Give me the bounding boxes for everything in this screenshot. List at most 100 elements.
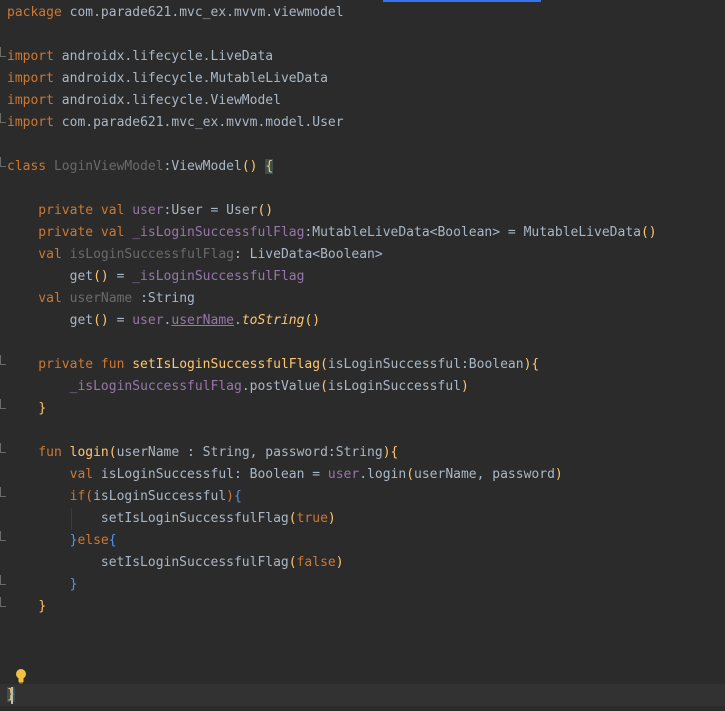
code-token: = — [108, 313, 133, 328]
code-line[interactable]: setIsLoginSuccessfulFlag(false) — [7, 552, 344, 574]
code-token: private val — [7, 225, 133, 240]
code-token: ) — [226, 489, 234, 504]
code-token: ( — [85, 489, 94, 504]
code-token: toString — [241, 313, 305, 328]
code-token: } — [38, 599, 47, 614]
code-line[interactable]: if(isLoginSuccessful){ — [7, 486, 242, 508]
code-token: () — [257, 203, 274, 218]
code-token: setIsLoginSuccessfulFlag — [7, 511, 289, 526]
code-token: { — [390, 445, 399, 460]
code-line[interactable]: val isLoginSuccessful: Boolean = user.lo… — [7, 464, 563, 486]
code-token: :MutableLiveData<Boolean> = MutableLiveD… — [304, 225, 641, 240]
code-token: androidx.lifecycle.MutableLiveData — [61, 71, 328, 86]
fold-marker-icon[interactable] — [0, 443, 6, 453]
code-token: . — [234, 313, 242, 328]
code-line[interactable]: get() = user.userName.toString() — [7, 310, 321, 332]
code-editor[interactable]: package com.parade621.mvc_ex.mvvm.viewmo… — [0, 0, 725, 711]
code-token: isLoginSuccessful:Boolean — [327, 357, 524, 372]
code-line[interactable]: } — [7, 398, 46, 420]
code-line[interactable]: import androidx.lifecycle.MutableLiveDat… — [7, 68, 328, 90]
lightbulb-icon[interactable] — [14, 668, 28, 684]
code-token: _isLoginSuccessfulFlag — [132, 225, 305, 240]
code-line[interactable]: import androidx.lifecycle.ViewModel — [7, 90, 281, 112]
code-token: import — [7, 115, 62, 130]
code-token: { — [234, 489, 242, 504]
code-line[interactable]: } — [7, 574, 78, 596]
code-token: ( — [288, 511, 297, 526]
code-line[interactable]: package com.parade621.mvc_ex.mvvm.viewmo… — [7, 2, 344, 24]
current-line-highlight — [0, 684, 725, 706]
text-caret — [11, 687, 13, 704]
code-token: isLoginSuccessfulFlag — [69, 247, 234, 262]
code-token: false — [296, 555, 336, 570]
code-line[interactable]: val isLoginSuccessfulFlag: LiveData<Bool… — [7, 244, 383, 266]
code-token: import — [7, 49, 62, 64]
code-token: :String — [132, 291, 195, 306]
fold-marker-icon[interactable] — [0, 575, 6, 585]
code-line[interactable]: private fun setIsLoginSuccessfulFlag(isL… — [7, 354, 539, 376]
code-token: () — [93, 269, 109, 284]
fold-marker-icon[interactable] — [0, 157, 6, 167]
code-line[interactable]: val userName :String — [7, 288, 195, 310]
code-token: isLoginSuccessful — [327, 379, 461, 394]
code-token: val — [7, 291, 70, 306]
code-token: () — [640, 225, 657, 240]
code-line[interactable]: import com.parade621.mvc_ex.mvvm.model.U… — [7, 112, 344, 134]
code-token: ( — [288, 555, 297, 570]
code-token: user — [132, 313, 164, 328]
code-line[interactable]: class LoginViewModel:ViewModel() { — [7, 156, 274, 178]
code-token: import — [7, 71, 62, 86]
code-token: else — [77, 533, 109, 548]
code-token: ( — [320, 357, 328, 372]
code-token: get — [7, 269, 94, 284]
active-tab-indicator — [383, 0, 541, 2]
code-token: ( — [108, 445, 117, 460]
code-token: .login — [359, 467, 407, 482]
code-token: : LiveData<Boolean> — [234, 247, 383, 262]
code-token: setIsLoginSuccessfulFlag — [7, 555, 289, 570]
fold-marker-icon[interactable] — [0, 47, 6, 57]
code-token: { — [108, 533, 117, 548]
code-token: true — [296, 511, 328, 526]
fold-marker-icon[interactable] — [0, 113, 6, 123]
code-token: LoginViewModel — [53, 159, 164, 174]
code-token: fun — [7, 445, 70, 460]
fold-marker-icon[interactable] — [0, 531, 6, 541]
code-token: com.parade621.mvc_ex.mvvm.model.User — [61, 115, 344, 130]
code-token: () — [241, 159, 258, 174]
fold-marker-icon[interactable] — [0, 597, 6, 607]
code-token: .postValue — [241, 379, 321, 394]
code-token: ( — [406, 467, 415, 482]
code-line[interactable]: }else{ — [7, 530, 117, 552]
code-token: { — [265, 159, 274, 174]
code-token: androidx.lifecycle.ViewModel — [61, 93, 281, 108]
code-token: _isLoginSuccessfulFlag — [132, 269, 305, 284]
code-line[interactable]: private val _isLoginSuccessfulFlag:Mutab… — [7, 222, 657, 244]
code-token: } — [69, 577, 78, 592]
code-token: userName : String, password:String — [116, 445, 383, 460]
fold-marker-icon[interactable] — [0, 487, 6, 497]
code-token: ) — [327, 511, 336, 526]
code-line[interactable]: import androidx.lifecycle.LiveData — [7, 46, 273, 68]
code-token: private val — [7, 203, 133, 218]
code-token: androidx.lifecycle.LiveData — [61, 49, 274, 64]
code-line[interactable]: fun login(userName : String, password:St… — [7, 442, 398, 464]
code-token: = — [108, 269, 133, 284]
code-token: private fun — [7, 357, 133, 372]
code-line[interactable]: private val user:User = User() — [7, 200, 273, 222]
code-token: } — [38, 401, 47, 416]
fold-marker-icon[interactable] — [0, 355, 6, 365]
fold-marker-icon[interactable] — [0, 399, 6, 409]
code-token: com.parade621.mvc_ex.mvvm.viewmodel — [69, 5, 344, 20]
code-line[interactable]: setIsLoginSuccessfulFlag(true) — [7, 508, 336, 530]
code-line[interactable]: get() = _isLoginSuccessfulFlag — [7, 266, 305, 288]
code-token: import — [7, 93, 62, 108]
code-token: ( — [320, 379, 328, 394]
code-token: ) — [460, 379, 469, 394]
code-token: :User = User — [163, 203, 258, 218]
code-line[interactable]: _isLoginSuccessfulFlag.postValue(isLogin… — [7, 376, 469, 398]
code-line[interactable]: } — [7, 596, 46, 618]
